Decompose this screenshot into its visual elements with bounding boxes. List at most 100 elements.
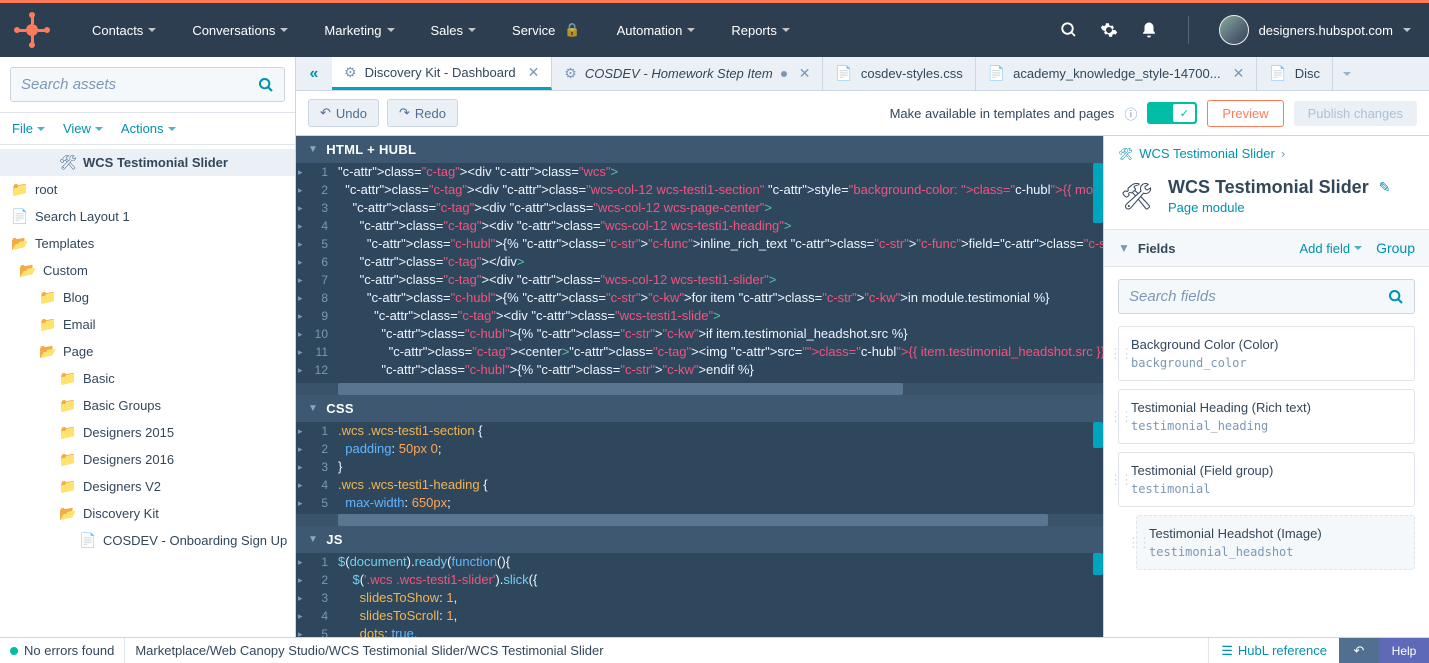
settings-icon[interactable] xyxy=(1100,21,1118,39)
revert-button[interactable]: ↶ xyxy=(1339,638,1379,663)
add-field-button[interactable]: Add field xyxy=(1299,240,1362,256)
tree-dkit[interactable]: 📂Discovery Kit xyxy=(0,500,295,527)
tree-templates[interactable]: 📂Templates xyxy=(0,230,295,257)
folder-icon: 📁 xyxy=(12,181,28,198)
nav-conversations[interactable]: Conversations xyxy=(174,3,306,57)
tab-bar: « ⚙Discovery Kit - Dashboard✕ ⚙COSDEV - … xyxy=(296,57,1429,91)
account-menu[interactable]: designers.hubspot.com xyxy=(1219,15,1411,45)
chevron-down-icon: ▼ xyxy=(308,534,318,545)
undo-icon: ↶ xyxy=(320,105,331,121)
field-code: testimonial xyxy=(1131,482,1402,496)
nav-reports[interactable]: Reports xyxy=(713,3,808,57)
tab-disc-truncated[interactable]: 📄Disc xyxy=(1257,57,1333,90)
pane-css-header[interactable]: ▼CSS xyxy=(296,395,1103,422)
search-icon[interactable] xyxy=(1060,21,1078,39)
actions-menu[interactable]: Actions xyxy=(121,121,176,136)
file-icon: 📄 xyxy=(80,532,96,549)
lock-icon: 🔒 xyxy=(564,22,580,38)
field-title: Testimonial Heading (Rich text) xyxy=(1131,400,1402,415)
search-icon[interactable] xyxy=(258,77,274,93)
nav-automation[interactable]: Automation xyxy=(599,3,714,57)
folder-open-icon: 📂 xyxy=(12,235,28,252)
file-icon: 📄 xyxy=(1269,65,1286,82)
preview-button[interactable]: Preview xyxy=(1207,100,1283,127)
hscrollbar[interactable] xyxy=(296,514,1103,526)
edit-icon[interactable]: ✎ xyxy=(1379,179,1391,196)
info-icon[interactable]: ⓘ xyxy=(1124,104,1137,123)
availability-toggle[interactable]: ✓ xyxy=(1147,102,1197,124)
redo-button[interactable]: ↷Redo xyxy=(387,99,458,127)
pane-js-header[interactable]: ▼JS xyxy=(296,526,1103,553)
nav-service[interactable]: Service🔒 xyxy=(494,3,599,57)
field-card[interactable]: ⋮⋮Background Color (Color)background_col… xyxy=(1118,326,1415,381)
field-card[interactable]: ⋮⋮Testimonial Headshot (Image)testimonia… xyxy=(1136,515,1415,570)
tree-search-layout[interactable]: 📄Search Layout 1 xyxy=(0,203,295,230)
code-css[interactable]: ▸1.wcs .wcs-testi1-section {▸2 padding: … xyxy=(296,422,1103,514)
drag-handle-icon[interactable]: ⋮⋮ xyxy=(1127,535,1149,551)
hscrollbar[interactable] xyxy=(296,383,1103,395)
nav-sales[interactable]: Sales xyxy=(413,3,495,57)
file-icon: 📄 xyxy=(12,208,28,225)
undo-button[interactable]: ↶Undo xyxy=(308,99,379,127)
close-icon[interactable]: ✕ xyxy=(528,64,540,81)
file-menu[interactable]: File xyxy=(12,121,45,136)
group-button[interactable]: Group xyxy=(1376,240,1415,256)
notifications-icon[interactable] xyxy=(1140,21,1158,39)
tab-cosdev-styles[interactable]: 📄cosdev-styles.css xyxy=(823,57,975,90)
view-menu[interactable]: View xyxy=(63,121,103,136)
drag-handle-icon[interactable]: ⋮⋮ xyxy=(1109,409,1131,425)
tree-cosdev-doc[interactable]: 📄COSDEV - Onboarding Sign Up xyxy=(0,527,295,554)
tree-active-module[interactable]: 🛠WCS Testimonial Slider xyxy=(0,149,295,176)
error-status[interactable]: No errors found xyxy=(0,638,125,663)
tab-overflow[interactable] xyxy=(1333,57,1361,90)
chevron-down-icon[interactable]: ▼ xyxy=(1118,241,1130,255)
tree-blog[interactable]: 📁Blog xyxy=(0,284,295,311)
collapse-sidebar-icon[interactable]: « xyxy=(296,57,332,90)
file-icon: 📄 xyxy=(988,65,1005,82)
field-card[interactable]: ⋮⋮Testimonial Heading (Rich text)testimo… xyxy=(1118,389,1415,444)
search-icon[interactable] xyxy=(1388,289,1404,305)
drag-handle-icon[interactable]: ⋮⋮ xyxy=(1109,472,1131,488)
tab-discovery-kit[interactable]: ⚙Discovery Kit - Dashboard✕ xyxy=(332,57,552,90)
search-assets-input[interactable] xyxy=(21,76,258,93)
folder-icon: 📁 xyxy=(60,451,76,468)
tree-root[interactable]: 📁root xyxy=(0,176,295,203)
hubspot-logo[interactable] xyxy=(18,16,46,44)
tree-custom[interactable]: 📂Custom xyxy=(0,257,295,284)
search-assets[interactable] xyxy=(10,67,285,102)
close-icon[interactable]: ✕ xyxy=(799,65,811,82)
search-fields[interactable] xyxy=(1118,279,1415,314)
file-path: Marketplace/Web Canopy Studio/WCS Testim… xyxy=(125,643,1208,658)
hubl-reference-link[interactable]: ☰HubL reference xyxy=(1208,638,1339,663)
pane-html-header[interactable]: ▼HTML + HUBL xyxy=(296,136,1103,163)
folder-icon: 📁 xyxy=(60,397,76,414)
drag-handle-icon[interactable]: ⋮⋮ xyxy=(1109,346,1131,362)
close-icon[interactable]: ✕ xyxy=(1233,65,1245,82)
tab-academy-style[interactable]: 📄academy_knowledge_style-14700...✕ xyxy=(976,57,1258,90)
tree-d2015[interactable]: 📁Designers 2015 xyxy=(0,419,295,446)
nav-marketing[interactable]: Marketing xyxy=(306,3,412,57)
module-title: WCS Testimonial Slider xyxy=(1168,177,1369,198)
tree-email[interactable]: 📁Email xyxy=(0,311,295,338)
tree-basic-groups[interactable]: 📁Basic Groups xyxy=(0,392,295,419)
field-title: Background Color (Color) xyxy=(1131,337,1402,352)
code-js[interactable]: ▸1$(document).ready(function(){▸2 $('.wc… xyxy=(296,553,1103,637)
tree-d2016[interactable]: 📁Designers 2016 xyxy=(0,446,295,473)
nav-contacts[interactable]: Contacts xyxy=(74,3,174,57)
tab-cosdev-homework[interactable]: ⚙COSDEV - Homework Step Item✕ xyxy=(552,57,823,90)
file-icon: 📄 xyxy=(835,65,852,82)
code-html[interactable]: ▸1"c-attr">class="c-tag"><div "c-attr">c… xyxy=(296,163,1103,383)
breadcrumb[interactable]: 🛠WCS Testimonial Slider› xyxy=(1104,136,1429,171)
tree-basic[interactable]: 📁Basic xyxy=(0,365,295,392)
tree-dv2[interactable]: 📁Designers V2 xyxy=(0,473,295,500)
sidebar: File View Actions 🛠WCS Testimonial Slide… xyxy=(0,57,296,637)
module-subtitle[interactable]: Page module xyxy=(1168,200,1390,215)
cog-icon: ⚙ xyxy=(564,65,577,82)
wrench-icon: 🛠 xyxy=(1118,147,1133,161)
tree-page[interactable]: 📂Page xyxy=(0,338,295,365)
field-card[interactable]: ⋮⋮Testimonial (Field group)testimonial xyxy=(1118,452,1415,507)
publish-button: Publish changes xyxy=(1294,101,1417,126)
fields-title: Fields xyxy=(1138,241,1176,256)
help-button[interactable]: Help xyxy=(1379,638,1429,663)
search-fields-input[interactable] xyxy=(1129,288,1388,305)
